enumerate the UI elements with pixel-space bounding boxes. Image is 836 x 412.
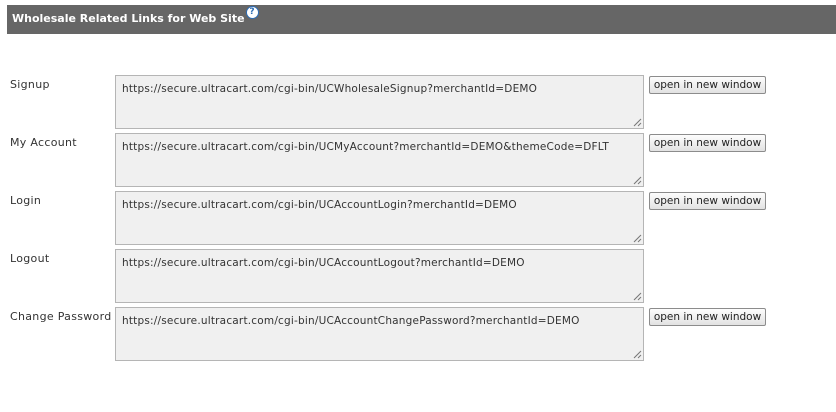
panel-title: Wholesale Related Links for Web Site <box>12 12 245 25</box>
url-text: https://secure.ultracart.com/cgi-bin/UCA… <box>122 199 517 211</box>
panel-header: Wholesale Related Links for Web Site ? <box>7 5 836 34</box>
link-label: Change Password <box>10 310 112 323</box>
resize-grip-icon[interactable] <box>633 234 642 243</box>
change-password-url-field[interactable]: https://secure.ultracart.com/cgi-bin/UCA… <box>115 307 644 361</box>
help-glyph: ? <box>249 7 255 17</box>
resize-grip-icon[interactable] <box>633 176 642 185</box>
login-url-field[interactable]: https://secure.ultracart.com/cgi-bin/UCA… <box>115 191 644 245</box>
link-label: My Account <box>10 136 77 149</box>
link-label: Logout <box>10 252 50 265</box>
url-text: https://secure.ultracart.com/cgi-bin/UCM… <box>122 141 609 153</box>
url-text: https://secure.ultracart.com/cgi-bin/UCA… <box>122 315 580 327</box>
url-text: https://secure.ultracart.com/cgi-bin/UCA… <box>122 257 525 269</box>
link-row-signup: Signup https://secure.ultracart.com/cgi-… <box>0 75 836 129</box>
link-row-my-account: My Account https://secure.ultracart.com/… <box>0 133 836 187</box>
change-password-open-button[interactable]: open in new window <box>649 308 766 326</box>
link-row-logout: Logout https://secure.ultracart.com/cgi-… <box>0 249 836 303</box>
resize-grip-icon[interactable] <box>633 350 642 359</box>
logout-url-field[interactable]: https://secure.ultracart.com/cgi-bin/UCA… <box>115 249 644 303</box>
wholesale-links-panel: Wholesale Related Links for Web Site ? S… <box>0 0 836 412</box>
signup-url-field[interactable]: https://secure.ultracart.com/cgi-bin/UCW… <box>115 75 644 129</box>
signup-open-button[interactable]: open in new window <box>649 76 766 94</box>
login-open-button[interactable]: open in new window <box>649 192 766 210</box>
help-icon[interactable]: ? <box>245 6 259 19</box>
resize-grip-icon[interactable] <box>633 118 642 127</box>
url-text: https://secure.ultracart.com/cgi-bin/UCW… <box>122 83 538 95</box>
my-account-url-field[interactable]: https://secure.ultracart.com/cgi-bin/UCM… <box>115 133 644 187</box>
my-account-open-button[interactable]: open in new window <box>649 134 766 152</box>
link-label: Login <box>10 194 42 207</box>
link-label: Signup <box>10 78 50 91</box>
resize-grip-icon[interactable] <box>633 292 642 301</box>
link-row-change-password: Change Password https://secure.ultracart… <box>0 307 836 361</box>
link-row-login: Login https://secure.ultracart.com/cgi-b… <box>0 191 836 245</box>
